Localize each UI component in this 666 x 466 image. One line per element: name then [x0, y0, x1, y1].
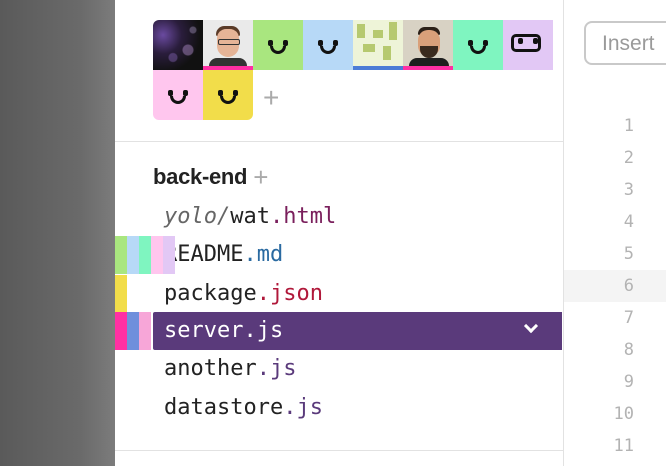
file-item[interactable]: README.md — [153, 236, 562, 274]
divider — [115, 141, 563, 142]
file-item-selected[interactable]: server.js — [153, 312, 562, 350]
presence-marker — [115, 236, 127, 274]
avatar[interactable] — [203, 70, 253, 120]
line-number: 9 — [623, 372, 634, 392]
line-number: 5 — [623, 244, 634, 264]
presence-indicator — [115, 275, 127, 313]
avatar[interactable] — [203, 20, 253, 70]
presence-marker — [127, 312, 139, 350]
file-basename: wat — [230, 204, 270, 229]
presence-marker — [127, 236, 139, 274]
file-basename: README — [164, 242, 244, 267]
insert-button[interactable]: Insert — [584, 21, 666, 65]
line-number: 3 — [623, 180, 634, 200]
divider — [115, 450, 563, 451]
file-extension: .js — [283, 395, 323, 420]
chevron-down-icon[interactable] — [523, 318, 539, 334]
line-number: 1 — [623, 116, 634, 136]
line-number: 10 — [613, 404, 634, 424]
folder-name[interactable]: back-end — [153, 164, 247, 189]
presence-indicator — [115, 312, 151, 350]
line-number: 7 — [623, 308, 634, 328]
add-file-button[interactable]: + — [253, 162, 268, 192]
presence-marker — [151, 236, 163, 274]
avatar[interactable] — [503, 20, 553, 70]
file-item[interactable]: datastore.js — [153, 389, 562, 427]
presence-marker — [115, 275, 127, 313]
file-basename: server — [164, 318, 244, 343]
presence-marker — [163, 236, 175, 274]
line-number: 11 — [613, 436, 634, 456]
avatar[interactable] — [303, 20, 353, 70]
folder-header: back-end + — [153, 160, 268, 192]
file-basename: datastore — [164, 395, 284, 420]
line-number: 8 — [623, 340, 634, 360]
presence-marker — [139, 236, 151, 274]
file-extension: .md — [243, 242, 284, 267]
avatar[interactable] — [353, 20, 403, 70]
avatar[interactable] — [453, 20, 503, 70]
editor-pane: Insert 1 2 3 4 5 6 7 8 9 10 11 — [564, 0, 666, 466]
line-number: 4 — [623, 212, 634, 232]
file-item[interactable]: another.js — [153, 350, 562, 388]
file-item[interactable]: package.json — [153, 275, 562, 313]
file-extension: .js — [256, 356, 297, 381]
current-line-highlight — [564, 270, 666, 302]
presence-marker — [139, 312, 151, 350]
avatar[interactable] — [153, 70, 203, 120]
file-extension: .html — [269, 204, 337, 229]
file-extension: .js — [243, 318, 284, 343]
presence-marker — [115, 312, 127, 350]
line-number: 2 — [623, 148, 634, 168]
presence-indicator — [115, 236, 175, 274]
file-item[interactable]: yolo/wat.html — [153, 198, 562, 236]
avatar[interactable] — [253, 20, 303, 70]
file-basename: package — [164, 281, 257, 306]
sidebar: + back-end + yolo/wat.html README.md packag… — [115, 0, 564, 466]
overlay-shadow — [0, 0, 115, 466]
avatar[interactable] — [403, 20, 453, 70]
line-number: 6 — [623, 276, 634, 296]
file-folder-path: yolo/ — [164, 204, 231, 229]
avatar[interactable] — [153, 20, 203, 70]
file-basename: another — [164, 356, 257, 381]
add-collaborator-button[interactable]: + — [263, 84, 279, 112]
file-extension: .json — [256, 281, 323, 306]
